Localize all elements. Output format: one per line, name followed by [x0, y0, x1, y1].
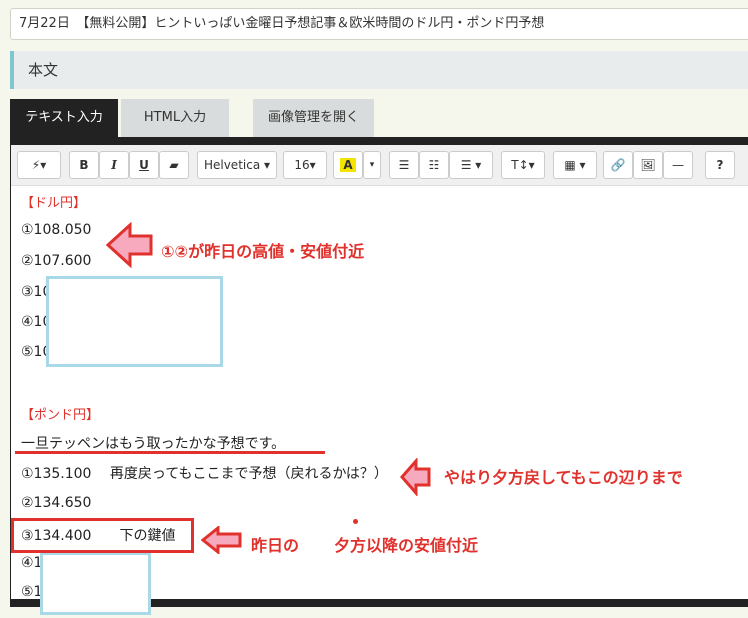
mask-box-dollar: [46, 276, 223, 367]
pound-note: 一旦テッペンはもう取ったかな予想です。: [21, 436, 286, 452]
dollar-line-2: ②107.600: [21, 253, 92, 269]
text-color-caret[interactable]: ▾: [363, 151, 381, 179]
mask-box-pound: [40, 552, 151, 615]
ordered-list-icon[interactable]: ☷: [419, 151, 449, 179]
text-color-icon: A: [340, 158, 356, 172]
horizontal-rule-icon[interactable]: —: [663, 151, 693, 179]
italic-button[interactable]: I: [99, 151, 129, 179]
dollar-yen-header: 【ドル円】: [21, 196, 87, 211]
font-family-dropdown[interactable]: Helvetica ▾: [197, 151, 277, 179]
align-dropdown[interactable]: ☰ ▾: [449, 151, 493, 179]
magic-wand-icon[interactable]: ⚡▾: [17, 151, 61, 179]
image-icon[interactable]: 🖼: [633, 151, 663, 179]
table-dropdown[interactable]: ▦ ▾: [553, 151, 597, 179]
annotation-pound-2a: 昨日の: [251, 536, 300, 555]
pound-line-2: ②134.650: [21, 495, 92, 511]
red-underline-note: [15, 451, 325, 454]
underline-button[interactable]: U: [129, 151, 159, 179]
line-height-dropdown[interactable]: T↕▾: [501, 151, 545, 179]
pound-yen-header: 【ポンド円】: [21, 408, 100, 423]
annotation-pound-2b: 夕方以降の安値付近: [334, 536, 479, 555]
red-dot: [353, 519, 358, 524]
link-icon[interactable]: 🔗: [603, 151, 633, 179]
tab-html-input[interactable]: HTML入力: [121, 99, 229, 137]
annotation-dollar: ①②が昨日の高値・安値付近: [161, 242, 365, 261]
red-highlight-box: [11, 518, 194, 553]
font-size-dropdown[interactable]: 16▾: [283, 151, 327, 179]
eraser-icon[interactable]: ▰: [159, 151, 189, 179]
unordered-list-icon[interactable]: ☰: [389, 151, 419, 179]
image-manager-button[interactable]: 画像管理を開く: [253, 99, 374, 137]
text-color-button[interactable]: A: [333, 151, 363, 179]
annotation-pound-1: やはり夕方戻してもこの辺りまで: [444, 468, 683, 487]
tab-text-input[interactable]: テキスト入力: [10, 99, 118, 137]
dollar-line-1: ①108.050: [21, 222, 92, 238]
left-arrow-icon: [106, 222, 153, 268]
section-heading-body: 本文: [10, 51, 748, 89]
left-arrow-icon: [201, 526, 242, 554]
pound-line-1: ①135.100 再度戻ってもここまで予想（戻れるかは？）: [21, 466, 388, 482]
editor-toolbar: ⚡▾ B I U ▰ Helvetica ▾ 16▾ A ▾ ☰ ☷ ☰ ▾ T…: [11, 145, 748, 186]
bold-button[interactable]: B: [69, 151, 99, 179]
left-arrow-icon: [400, 458, 431, 496]
title-input[interactable]: 7月22日 【無料公開】ヒントいっぱい金曜日予想記事＆欧米時間のドル円・ポンド円…: [10, 8, 748, 40]
help-icon[interactable]: ?: [705, 151, 735, 179]
